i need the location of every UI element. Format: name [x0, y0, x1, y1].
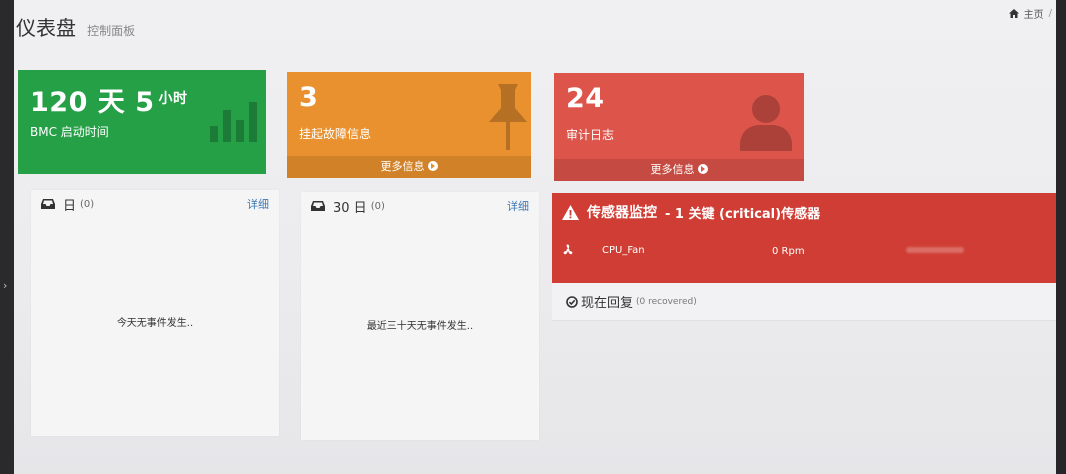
bar-chart-icon	[210, 102, 257, 142]
today-events-title: 日	[63, 198, 77, 214]
home-icon	[1008, 9, 1019, 18]
sensor-name: CPU_Fan	[602, 245, 645, 256]
uptime-card: 120 天 5 小时 BMC 启动时间	[18, 70, 266, 174]
faults-value: 3	[299, 82, 319, 113]
today-events-empty-text: 今天无事件发生..	[116, 318, 194, 329]
month-events-header: 30 日 (0) 详细	[301, 192, 539, 220]
uptime-days: 120	[30, 87, 88, 118]
sensor-status-bar	[906, 247, 964, 253]
month-events-detail-link[interactable]: 详细	[507, 198, 529, 214]
sidebar-toggle[interactable]: ›	[3, 279, 7, 292]
audit-log-label: 审计日志	[566, 128, 615, 142]
arrow-circle-right-icon	[427, 161, 438, 171]
uptime-days-unit: 天	[97, 87, 126, 118]
audit-log-card: 24 审计日志 更多信息	[554, 73, 804, 181]
today-events-count: (0)	[80, 198, 95, 210]
sensor-monitor-panel: 传感器监控 - 1 关键 (critical)传感器 CPU_Fan 0 Rpm	[552, 193, 1060, 323]
month-events-count: (0)	[370, 200, 385, 212]
inbox-icon	[41, 199, 55, 209]
dashboard-page: 仪表盘 控制面板 主页 / 120 天 5 小时 BMC 启动时间 3 挂起故障信…	[14, 0, 1060, 474]
sidebar-collapsed: ›	[0, 0, 14, 474]
uptime-value: 120 天 5 小时	[30, 80, 187, 119]
today-events-header: 日 (0) 详细	[31, 190, 279, 218]
fan-icon	[563, 244, 573, 255]
screen-bezel-right	[1056, 0, 1066, 474]
page-title: 仪表盘	[16, 16, 76, 40]
faults-card: 3 挂起故障信息 更多信息	[287, 72, 531, 178]
breadcrumb: 主页 /	[1008, 6, 1052, 21]
sensor-recovered-label: 现在回复	[581, 296, 634, 311]
month-events-empty-text: 最近三十天无事件发生..	[366, 321, 474, 332]
faults-label: 挂起故障信息	[299, 127, 372, 141]
month-events-title: 30 日	[333, 200, 367, 216]
sensor-recovered-count: (0 recovered)	[636, 296, 697, 307]
page-header: 仪表盘 控制面板	[16, 12, 135, 41]
sensor-critical-count: - 1 关键 (critical)传感器	[665, 206, 821, 222]
sensor-critical-box: 传感器监控 - 1 关键 (critical)传感器 CPU_Fan 0 Rpm	[552, 193, 1060, 283]
check-circle-icon	[566, 295, 578, 308]
month-events-panel: 30 日 (0) 详细 最近三十天无事件发生..	[301, 192, 539, 440]
arrow-circle-right-icon	[697, 164, 708, 174]
sensor-recovered-row: 现在回复 (0 recovered)	[552, 283, 1060, 321]
audit-log-more-label: 更多信息	[650, 163, 695, 176]
sensor-title-text: 传感器监控	[587, 205, 657, 221]
user-silhouette-icon	[740, 95, 792, 151]
uptime-label: BMC 启动时间	[30, 125, 109, 139]
inbox-icon	[311, 201, 325, 211]
uptime-hours-unit: 小时	[158, 91, 188, 107]
sensor-title: 传感器监控 - 1 关键 (critical)传感器	[562, 202, 820, 222]
warning-icon	[562, 204, 579, 220]
faults-more-link[interactable]: 更多信息	[287, 156, 531, 178]
faults-more-label: 更多信息	[380, 160, 425, 173]
today-events-detail-link[interactable]: 详细	[247, 196, 269, 212]
sensor-reading: 0 Rpm	[772, 246, 805, 257]
breadcrumb-home-link[interactable]: 主页	[1024, 6, 1044, 21]
audit-log-value: 24	[566, 83, 605, 114]
page-subtitle: 控制面板	[87, 24, 136, 38]
pushpin-icon	[489, 84, 527, 150]
uptime-hours: 5	[135, 87, 155, 118]
today-events-panel: 日 (0) 详细 今天无事件发生..	[31, 190, 279, 436]
breadcrumb-separator: /	[1048, 8, 1052, 19]
audit-log-more-link[interactable]: 更多信息	[554, 159, 804, 181]
